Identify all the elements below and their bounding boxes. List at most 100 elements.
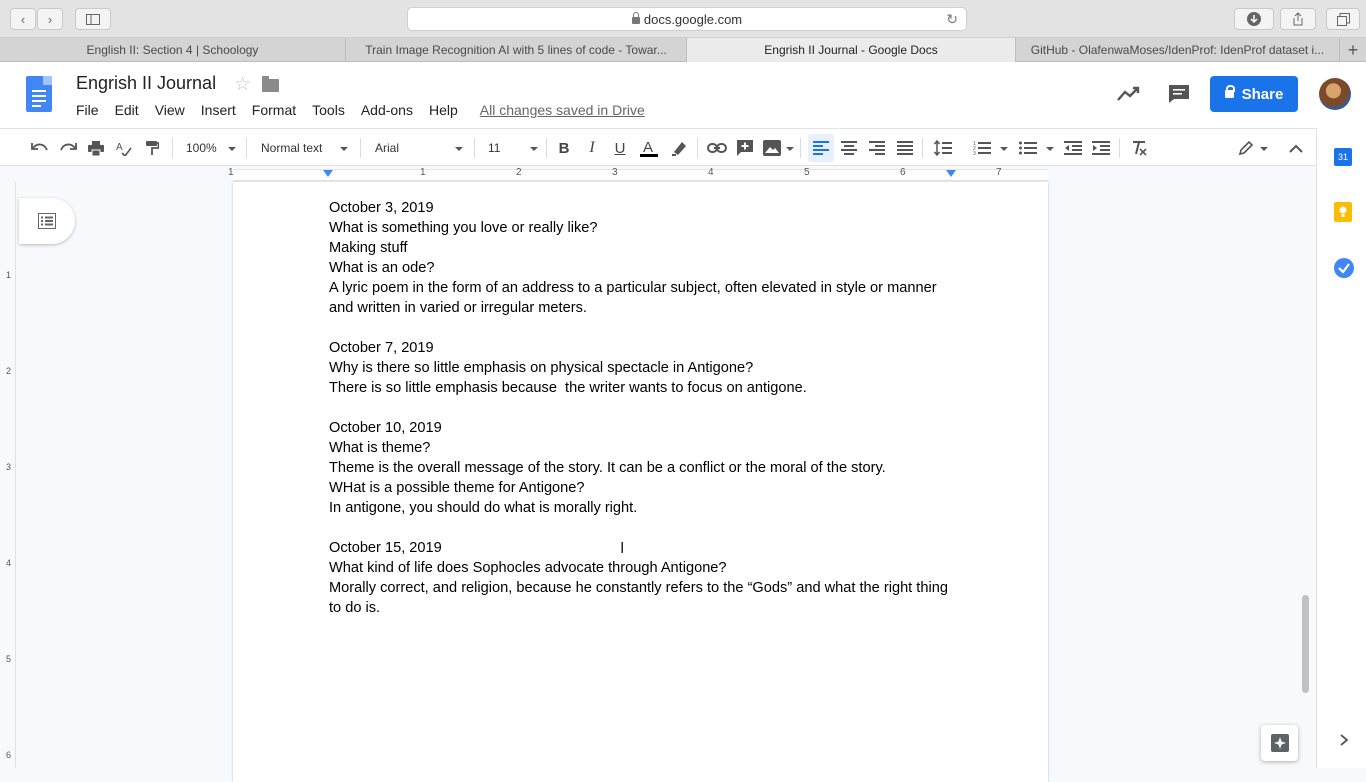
tab-towards[interactable]: Train Image Recognition AI with 5 lines … xyxy=(346,38,687,62)
paragraph[interactable]: October 3, 2019 xyxy=(329,198,949,218)
ruler-number: 1 xyxy=(420,167,426,178)
chevron-right-icon[interactable] xyxy=(1339,734,1349,746)
paragraph[interactable]: What kind of life does Sophocles advocat… xyxy=(329,558,949,578)
menu-help[interactable]: Help xyxy=(429,102,458,118)
document-outline-button[interactable] xyxy=(19,198,75,244)
forward-button[interactable]: › xyxy=(37,8,63,30)
text-color-button[interactable]: A xyxy=(637,129,661,167)
tab-bar: English II: Section 4 | Schoology Train … xyxy=(0,38,1366,62)
activity-dashboard-icon[interactable] xyxy=(1116,84,1142,104)
insert-image-button[interactable] xyxy=(761,129,783,167)
docs-logo-icon[interactable] xyxy=(26,76,52,112)
reload-icon[interactable]: ↻ xyxy=(946,11,958,28)
insert-link-button[interactable] xyxy=(705,129,729,167)
paragraph[interactable]: There is so little emphasis because the … xyxy=(329,378,949,398)
line-spacing-button[interactable] xyxy=(931,129,955,167)
style-dropdown-icon xyxy=(340,147,348,151)
paragraph[interactable]: October 7, 2019 xyxy=(329,338,949,358)
editing-mode-button[interactable] xyxy=(1234,129,1258,167)
clear-formatting-button[interactable] xyxy=(1127,129,1151,167)
save-status-link[interactable]: All changes saved in Drive xyxy=(480,102,645,118)
align-right-button[interactable] xyxy=(866,129,888,167)
right-indent-marker[interactable] xyxy=(946,170,956,177)
bulleted-list-button[interactable] xyxy=(1016,129,1040,167)
tasks-icon[interactable] xyxy=(1334,258,1354,278)
explore-button[interactable] xyxy=(1261,725,1298,761)
share-button[interactable]: Share xyxy=(1210,76,1298,112)
paragraph[interactable]: October 10, 2019 xyxy=(329,418,949,438)
menu-view[interactable]: View xyxy=(155,102,185,118)
vertical-ruler: 1 2 3 4 5 6 xyxy=(4,182,16,768)
link-icon xyxy=(707,143,727,153)
redo-button[interactable] xyxy=(56,129,80,167)
folder-icon[interactable] xyxy=(262,76,279,92)
underline-button[interactable]: U xyxy=(609,129,631,167)
paragraph[interactable]: Morally correct, and religion, because h… xyxy=(329,578,949,618)
spellcheck-button[interactable]: A xyxy=(113,129,135,167)
tab-github[interactable]: GitHub - OlafenwaMoses/IdenProf: IdenPro… xyxy=(1016,38,1340,62)
sidebar-toggle-button[interactable] xyxy=(75,8,111,30)
comment-history-icon[interactable] xyxy=(1168,84,1190,104)
menu-edit[interactable]: Edit xyxy=(115,102,139,118)
paragraph-style-select[interactable]: Normal text xyxy=(252,129,352,167)
keep-icon[interactable] xyxy=(1334,202,1352,222)
undo-icon xyxy=(31,143,48,151)
italic-button[interactable]: I xyxy=(581,129,603,167)
downloads-button[interactable] xyxy=(1234,8,1274,30)
star-icon[interactable]: ☆ xyxy=(234,73,251,96)
undo-button[interactable] xyxy=(28,129,52,167)
avatar[interactable] xyxy=(1319,78,1351,110)
tab-google-docs[interactable]: Engrish II Journal - Google Docs xyxy=(687,38,1016,62)
paragraph[interactable] xyxy=(329,318,949,338)
decrease-indent-button[interactable] xyxy=(1061,129,1085,167)
paragraph[interactable]: Theme is the overall message of the stor… xyxy=(329,458,949,478)
paint-format-button[interactable] xyxy=(141,129,163,167)
paragraph[interactable]: What is something you love or really lik… xyxy=(329,218,949,238)
ruler-bar xyxy=(233,169,1048,181)
calendar-icon[interactable]: 31 xyxy=(1334,148,1352,166)
paragraph[interactable]: In antigone, you should do what is moral… xyxy=(329,498,949,518)
ruler-number: 5 xyxy=(6,654,12,664)
paragraph[interactable]: Why is there so little emphasis on physi… xyxy=(329,358,949,378)
menu-format[interactable]: Format xyxy=(252,102,296,118)
increase-indent-button[interactable] xyxy=(1089,129,1113,167)
paragraph[interactable]: What is theme? xyxy=(329,438,949,458)
left-indent-marker[interactable] xyxy=(323,170,333,177)
tab-schoology[interactable]: English II: Section 4 | Schoology xyxy=(0,38,346,62)
menu-addons[interactable]: Add-ons xyxy=(361,102,413,118)
font-select[interactable]: Arial xyxy=(366,129,466,167)
document-page[interactable]: October 3, 2019 What is something you lo… xyxy=(233,182,1048,782)
menu-tools[interactable]: Tools xyxy=(312,102,345,118)
hide-menus-button[interactable] xyxy=(1284,129,1308,167)
paint-format-icon xyxy=(146,141,159,155)
share-sheet-button[interactable] xyxy=(1280,8,1316,30)
align-center-button[interactable] xyxy=(838,129,860,167)
show-tabs-button[interactable] xyxy=(1326,8,1360,30)
numbered-list-button[interactable]: 123 xyxy=(970,129,994,167)
horizontal-ruler[interactable]: 1 1 2 3 4 5 6 7 xyxy=(0,166,1316,182)
text-color-icon: A xyxy=(640,139,658,157)
paragraph[interactable]: What is an ode? xyxy=(329,258,949,278)
address-bar[interactable]: docs.google.com ↻ xyxy=(407,7,967,31)
menu-file[interactable]: File xyxy=(76,102,99,118)
paragraph[interactable] xyxy=(329,398,949,418)
justify-button[interactable] xyxy=(894,129,916,167)
paragraph[interactable]: WHat is a possible theme for Antigone? xyxy=(329,478,949,498)
bold-button[interactable]: B xyxy=(553,129,575,167)
paragraph[interactable]: Making stuff xyxy=(329,238,949,258)
lock-icon xyxy=(1224,85,1235,98)
document-title[interactable]: Engrish II Journal xyxy=(76,73,216,94)
scrollbar-thumb[interactable] xyxy=(1302,595,1309,693)
highlight-color-button[interactable] xyxy=(668,129,690,167)
document-body[interactable]: October 3, 2019 What is something you lo… xyxy=(329,198,949,618)
new-tab-button[interactable]: + xyxy=(1340,38,1366,62)
paragraph[interactable]: A lyric poem in the form of an address t… xyxy=(329,278,949,318)
print-button[interactable] xyxy=(85,129,107,167)
menu-insert[interactable]: Insert xyxy=(201,102,236,118)
insert-comment-button[interactable] xyxy=(733,129,757,167)
tabs-icon xyxy=(1336,12,1350,26)
paragraph[interactable]: October 15, 2019 xyxy=(329,538,949,558)
align-left-button[interactable] xyxy=(808,134,834,162)
back-button[interactable]: ‹ xyxy=(10,8,36,30)
paragraph[interactable] xyxy=(329,518,949,538)
